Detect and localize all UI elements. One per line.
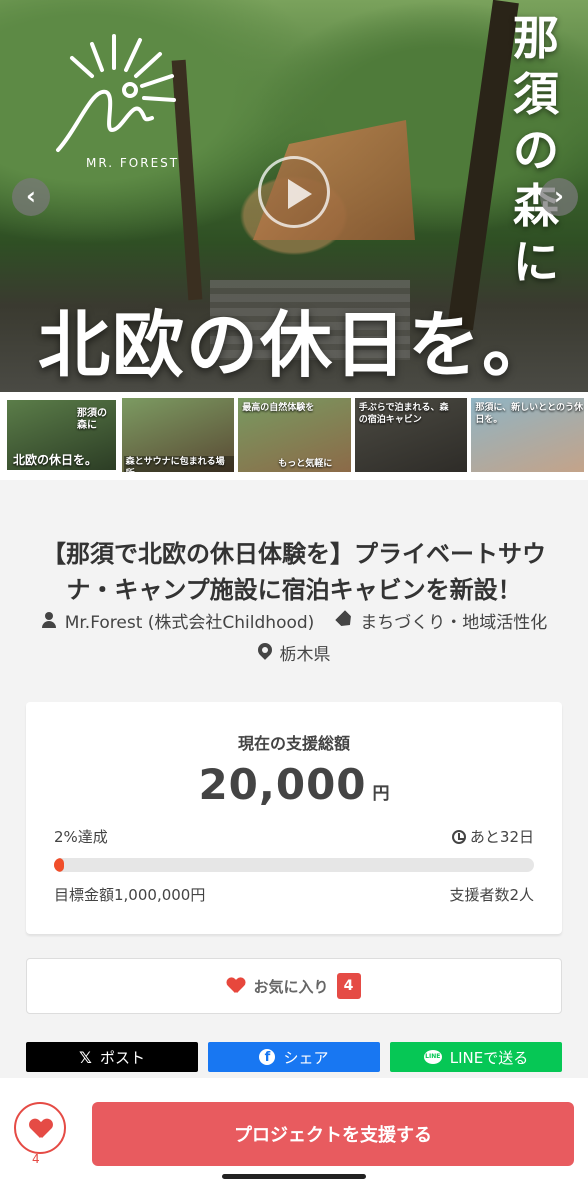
- facebook-logo-icon: f: [259, 1049, 276, 1065]
- thumbnail-4[interactable]: 手ぶらで泊まれる、森の宿泊キャビン: [354, 398, 468, 472]
- thumbnail-2[interactable]: 森とサウナに包まれる場所。: [121, 398, 235, 472]
- funding-amount-unit: 円: [372, 784, 390, 804]
- thumbnail-caption: 北欧の休日を。: [13, 453, 98, 467]
- favorite-heart-button[interactable]: [14, 1102, 66, 1154]
- project-page: MR. FOREST 那 須 の 森 に 北欧の休日を。 ‹ › 那須の森に 北…: [0, 0, 588, 1200]
- x-logo-icon: 𝕏: [79, 1047, 92, 1067]
- thumbnail-caption: 最高の自然体験を: [242, 403, 315, 413]
- thumbnail-caption: 森とサウナに包まれる場所。: [123, 456, 235, 472]
- thumbnail-1[interactable]: 那須の森に 北欧の休日を。: [5, 398, 118, 472]
- hero-vertical-char: の: [513, 123, 559, 177]
- facebook-share-button[interactable]: f シェア: [208, 1042, 380, 1072]
- owner-link[interactable]: Mr.Forest (株式会社Childhood): [41, 608, 315, 633]
- hero-vertical-char: に: [513, 235, 559, 289]
- hero-vertical-text: 那 須 の 森 に: [506, 10, 566, 290]
- thumbnail-5[interactable]: 那須に、新しいととのう休日を。: [471, 398, 584, 472]
- project-title: 【那須で北欧の休日体験を】プライベートサウナ・キャンプ施設に宿泊キャビンを新設！: [42, 540, 546, 604]
- favorite-count-badge: 4: [336, 973, 361, 999]
- thumbnail-caption: 那須に、新しいととのう休日を。: [475, 403, 584, 425]
- hero-vertical-char: 那: [513, 11, 559, 65]
- hero-vertical-char: 須: [513, 67, 559, 121]
- project-meta: Mr.Forest (株式会社Childhood) まちづくり・地域活性化 栃木…: [0, 604, 588, 668]
- funding-amount: 20,000 円: [26, 760, 562, 809]
- clock-icon: [451, 829, 466, 844]
- thumbnail-caption: もっと気軽に: [278, 459, 333, 469]
- sun-logo-icon: [56, 34, 176, 152]
- facebook-share-label: シェア: [283, 1048, 329, 1067]
- thumbnail-caption: 那須の森に: [77, 408, 107, 431]
- line-share-button[interactable]: LINE LINEで送る: [390, 1042, 562, 1072]
- logo-text: MR. FOREST: [86, 156, 180, 170]
- goal-amount: 目標金額1,000,000円: [54, 886, 206, 904]
- progress-bar: [54, 858, 534, 872]
- favorite-button[interactable]: お気に入り 4: [26, 958, 562, 1014]
- next-slide-button[interactable]: ›: [540, 178, 578, 216]
- thumbnail-caption: 手ぶらで泊まれる、森の宿泊キャビン: [358, 403, 449, 425]
- category-link[interactable]: まちづくり・地域活性化: [338, 608, 547, 633]
- x-post-button[interactable]: 𝕏 ポスト: [26, 1042, 198, 1072]
- share-buttons: 𝕏 ポスト f シェア LINE LINEで送る: [26, 1042, 562, 1072]
- heart-icon: [30, 1119, 52, 1139]
- days-left-text: あと32日: [469, 828, 534, 846]
- days-left: あと32日: [451, 826, 534, 847]
- chevron-left-icon: ‹: [26, 182, 36, 210]
- favorite-heart-count: 4: [32, 1152, 40, 1166]
- bottom-action-bar: 4 プロジェクトを支援する: [0, 1078, 588, 1200]
- person-icon: [41, 612, 57, 628]
- hero-image[interactable]: MR. FOREST 那 須 の 森 に 北欧の休日を。 ‹ ›: [0, 0, 588, 392]
- funding-label: 現在の支援総額: [237, 734, 350, 753]
- thumbnail-3[interactable]: 最高の自然体験を もっと気軽に: [238, 398, 351, 472]
- owner-name: Mr.Forest (株式会社Childhood): [64, 612, 315, 633]
- heart-icon: [227, 978, 245, 994]
- funding-card: 現在の支援総額 20,000 円 2%達成 あと32日 目標金額1,000,000…: [26, 702, 562, 934]
- location-link[interactable]: 栃木県: [258, 640, 331, 665]
- hero-headline: 北欧の休日を。: [38, 303, 557, 387]
- location-pin-icon: [258, 643, 272, 661]
- backer-count: 支援者数2人: [449, 886, 534, 904]
- line-share-label: LINEで送る: [449, 1048, 529, 1067]
- chevron-right-icon: ›: [554, 182, 564, 210]
- home-indicator[interactable]: [222, 1174, 366, 1179]
- location-name: 栃木県: [279, 644, 331, 665]
- favorite-label: お気に入り: [253, 977, 329, 996]
- category-name: まちづくり・地域活性化: [360, 612, 548, 633]
- achievement-rate: 2%達成: [54, 828, 108, 846]
- x-post-label: ポスト: [99, 1048, 145, 1067]
- progress-bar-fill: [54, 858, 64, 872]
- prev-slide-button[interactable]: ‹: [12, 178, 50, 216]
- line-logo-icon: LINE: [423, 1050, 442, 1064]
- support-project-button[interactable]: プロジェクトを支援する: [92, 1102, 574, 1166]
- play-icon[interactable]: [258, 156, 330, 228]
- thumbnail-strip: 那須の森に 北欧の休日を。 森とサウナに包まれる場所。 最高の自然体験を もっと…: [0, 392, 588, 480]
- funding-amount-value: 20,000: [198, 760, 367, 809]
- tag-icon: [335, 610, 355, 630]
